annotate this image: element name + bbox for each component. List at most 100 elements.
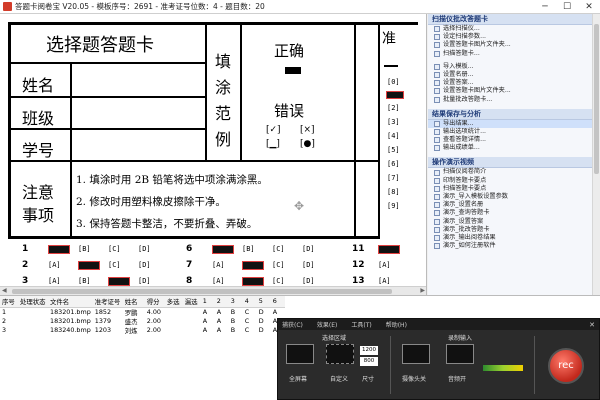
panel-item-video[interactable]: 演示_输出阅卷结果	[428, 234, 600, 242]
screen-recorder-window: 捕获(C) 效果(E) 工具(T) 帮助(H) ✕ 选择区域 全屏幕 自定义 1…	[277, 318, 600, 400]
height-input[interactable]: 800	[360, 357, 378, 366]
video-icon	[434, 235, 440, 242]
recorder-menu-effects[interactable]: 效果(E)	[317, 320, 337, 329]
column-header[interactable]: 1	[200, 296, 215, 308]
answer-bubble-filled	[212, 245, 234, 254]
column-header[interactable]: 6	[270, 296, 285, 308]
answer-bubble: [C]	[108, 261, 121, 269]
answer-icon	[434, 80, 440, 87]
camera-icon[interactable]	[402, 344, 430, 364]
answer-bubble: [C]	[108, 245, 121, 253]
column-header[interactable]: 准考证号	[92, 296, 123, 308]
fill-label-3: 范	[215, 104, 232, 123]
video-icon	[434, 202, 440, 209]
column-header[interactable]: 处理状态	[18, 296, 48, 308]
table-header-row: 序号 处理状态 文件名 准考证号 姓名 得分 多选 漏选 1 2 3 4 5 6	[0, 296, 285, 308]
column-header[interactable]: 序号	[0, 296, 18, 308]
panel-item-video[interactable]: 演示_批改答题卡	[428, 226, 600, 234]
panel-item-video[interactable]: 扫描仪阅卷简介	[428, 168, 600, 176]
table-row[interactable]: 2 183201.bmp 1379 盛杰 2.00 A A B C D A	[0, 317, 285, 326]
minimize-button[interactable]: ─	[534, 0, 556, 14]
audio-label: 音频开	[448, 376, 467, 383]
answer-bubble: [D]	[302, 261, 315, 269]
scan-preview[interactable]: 选择题答题卡 姓名 班级 学号 填 涂 范 例 正确 错误 [✓] [×] [▁…	[0, 14, 427, 295]
fill-label-1: 填	[215, 52, 232, 71]
video-icon	[434, 243, 440, 250]
recorder-close-icon[interactable]: ✕	[589, 321, 595, 329]
scroll-left-icon[interactable]: ◀	[2, 287, 7, 294]
column-header[interactable]: 4	[242, 296, 257, 308]
id-digit-2: [2]	[387, 104, 400, 112]
recorder-menu-help[interactable]: 帮助(H)	[386, 320, 407, 329]
correct-example-mark	[285, 67, 301, 74]
wrong-label: 错误	[274, 102, 305, 120]
panel-item-video[interactable]: 演示_设置答案	[428, 218, 600, 226]
stats-icon	[434, 128, 440, 135]
cell-answer: D	[258, 317, 264, 325]
column-header[interactable]: 2	[214, 296, 229, 308]
answer-bubble: [B]	[242, 245, 255, 253]
answer-bubble: [D]	[138, 261, 151, 269]
panel-item-batch-grade[interactable]: 批量批改答题卡...	[428, 96, 600, 104]
notes-label-2: 事项	[22, 206, 55, 225]
panel-item-video[interactable]: 印制答题卡要点	[428, 177, 600, 185]
cell-answer: B	[230, 308, 236, 316]
panel-item-select-scanner[interactable]: 选择扫描仪...	[428, 25, 600, 33]
width-input[interactable]: 1200	[360, 346, 378, 355]
record-button[interactable]: rec	[548, 348, 584, 384]
panel-header-videos[interactable]: 操作演示视频	[428, 157, 600, 169]
custom-area-icon[interactable]	[326, 344, 354, 364]
id-digit-4: [4]	[387, 132, 400, 140]
panel-item-video[interactable]: 演示_如何注册软件	[428, 242, 600, 250]
field-id-label: 学号	[22, 141, 55, 160]
panel-header-results[interactable]: 结果保存与分析	[428, 108, 600, 120]
panel-item-video[interactable]: 扫描答题卡要点	[428, 185, 600, 193]
panel-header-scan[interactable]: 扫描仪批改答题卡	[428, 14, 600, 25]
column-header[interactable]: 5	[256, 296, 271, 308]
column-header[interactable]: 文件名	[48, 296, 93, 308]
column-header[interactable]: 多选	[164, 296, 183, 308]
cell-score: 2.00	[146, 317, 161, 325]
panel-item-import-template[interactable]: 导入模板...	[428, 63, 600, 71]
video-icon	[434, 185, 440, 192]
horizontal-scrollbar[interactable]: ◀ ▶	[0, 286, 426, 295]
column-header[interactable]: 得分	[144, 296, 165, 308]
panel-item-score-report[interactable]: 输出成绩单...	[428, 144, 600, 152]
panel-item-sheet-folder[interactable]: 设置答题卡图片文件夹...	[428, 87, 600, 95]
panel-item-video[interactable]: 演示_查询答题卡	[428, 209, 600, 217]
recorder-menu-capture[interactable]: 捕获(C)	[282, 320, 303, 329]
panel-item-set-roster[interactable]: 设置名册...	[428, 71, 600, 79]
microphone-icon[interactable]	[446, 344, 474, 364]
cell-index: 1	[2, 308, 7, 316]
cell-id: 1203	[94, 326, 112, 334]
panel-item-image-folder[interactable]: 设置答题卡图片文件夹...	[428, 41, 600, 49]
table-row[interactable]: 1 183201.bmp 1852 罗鹏 4.00 A A B C D A	[0, 307, 285, 317]
panel-scroll-thumb[interactable]	[594, 24, 599, 174]
cell-name: 盛杰	[124, 317, 138, 326]
settings-icon	[434, 34, 440, 41]
panel-item-video[interactable]: 演示_导入模板设置参数	[428, 193, 600, 201]
panel-item-export-results[interactable]: 导出结果...	[428, 119, 600, 128]
recorder-menu-tools[interactable]: 工具(T)	[351, 320, 371, 329]
scroll-thumb[interactable]	[12, 289, 392, 294]
column-header[interactable]: 漏选	[182, 296, 201, 308]
cell-filename: 183201.bmp	[50, 308, 91, 316]
maximize-button[interactable]: ☐	[556, 0, 578, 14]
batch-icon	[434, 96, 440, 103]
question-number: 3	[22, 276, 29, 286]
video-icon	[434, 177, 440, 184]
audio-level-meter[interactable]	[483, 365, 523, 371]
wrong-example-4: [●]	[300, 139, 315, 149]
panel-scrollbar[interactable]	[592, 14, 600, 295]
panel-item-option-stats[interactable]: 输出选项统计...	[428, 128, 600, 136]
fullscreen-icon[interactable]	[286, 344, 314, 364]
camera-label: 摄像头关	[402, 376, 427, 383]
column-header[interactable]: 3	[228, 296, 243, 308]
answer-bubble-filled	[242, 261, 264, 270]
close-button[interactable]: ✕	[578, 0, 600, 14]
column-header[interactable]: 姓名	[122, 296, 145, 308]
panel-item-scan-sheets[interactable]: 扫描答题卡...	[428, 50, 600, 58]
question-number: 2	[22, 260, 29, 270]
table-row[interactable]: 3 183240.bmp 1203 刘炼 2.00 A A B C D A	[0, 326, 285, 335]
scroll-right-icon[interactable]: ▶	[420, 287, 425, 294]
